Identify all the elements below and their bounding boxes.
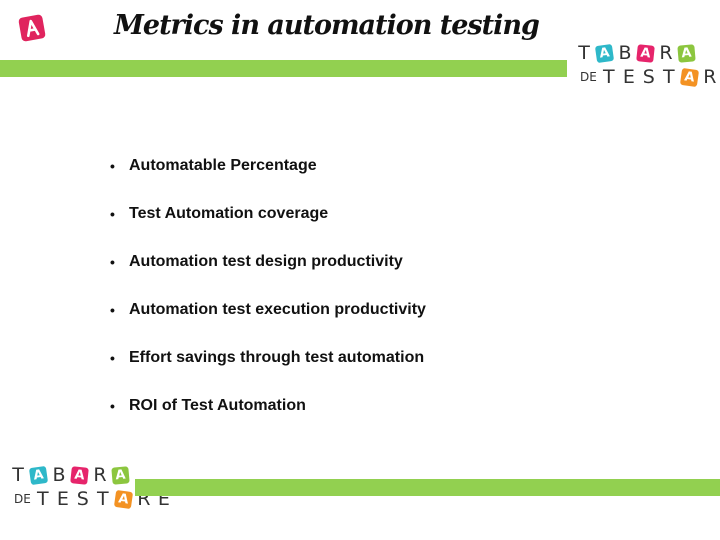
logo-prefix: DE	[14, 492, 31, 506]
bullet-item: • Effort savings through test automation	[110, 334, 426, 382]
bullet-dot: •	[110, 398, 115, 414]
bullet-dot: •	[110, 158, 115, 174]
logo-tile-teal: A	[594, 43, 615, 63]
logo-letter: T	[12, 464, 24, 486]
slide-title: Metrics in automation testing	[114, 10, 540, 41]
bullet-item: • Automation test design productivity	[110, 238, 426, 286]
logo-tile-teal: A	[28, 465, 49, 485]
bullet-dot: •	[110, 254, 115, 270]
logo-tile-magenta: A	[70, 465, 89, 485]
bullet-dot: •	[110, 350, 115, 366]
logo-letter: T	[97, 488, 109, 510]
logo-letter: R	[93, 464, 107, 486]
metrics-bullet-list: • Automatable Percentage • Test Automation…	[110, 142, 426, 430]
bullet-text: Test Automation coverage	[129, 205, 329, 222]
logo-letter: B	[52, 464, 66, 486]
logo-letter: R	[703, 66, 717, 88]
logo-tile-magenta: A	[636, 43, 655, 63]
logo-letter: E	[622, 66, 635, 88]
logo-tile-green: A	[111, 465, 130, 485]
a-letter-badge-icon	[18, 14, 46, 42]
logo-tile-green: A	[677, 43, 696, 63]
logo-letter: T	[603, 66, 615, 88]
logo-tile-orange: A	[679, 67, 699, 87]
bullet-item: • Automation test execution productivity	[110, 286, 426, 334]
tabara-de-testare-logo: T A B A R A DE T E S T A R E	[574, 42, 720, 88]
logo-letter: T	[37, 488, 49, 510]
logo-prefix: DE	[580, 70, 597, 84]
bullet-item: • Test Automation coverage	[110, 190, 426, 238]
bullet-text: Automatable Percentage	[129, 157, 317, 174]
logo-letter: T	[578, 42, 590, 64]
bullet-item: • Automatable Percentage	[110, 142, 426, 190]
logo-letter: R	[659, 42, 673, 64]
logo-tile-orange: A	[113, 489, 133, 509]
bullet-text: Automation test design productivity	[129, 253, 403, 270]
bullet-text: Automation test execution productivity	[129, 301, 426, 318]
bullet-text: ROI of Test Automation	[129, 397, 306, 414]
bullet-text: Effort savings through test automation	[129, 349, 425, 366]
title-underline-bar	[0, 60, 567, 77]
logo-letter: S	[76, 488, 89, 510]
logo-letter: S	[642, 66, 655, 88]
bullet-dot: •	[110, 206, 115, 222]
bullet-dot: •	[110, 302, 115, 318]
footer-accent-bar	[135, 479, 720, 496]
logo-letter: T	[663, 66, 675, 88]
bullet-item: • ROI of Test Automation	[110, 382, 426, 430]
logo-letter: E	[56, 488, 69, 510]
logo-letter: B	[618, 42, 632, 64]
